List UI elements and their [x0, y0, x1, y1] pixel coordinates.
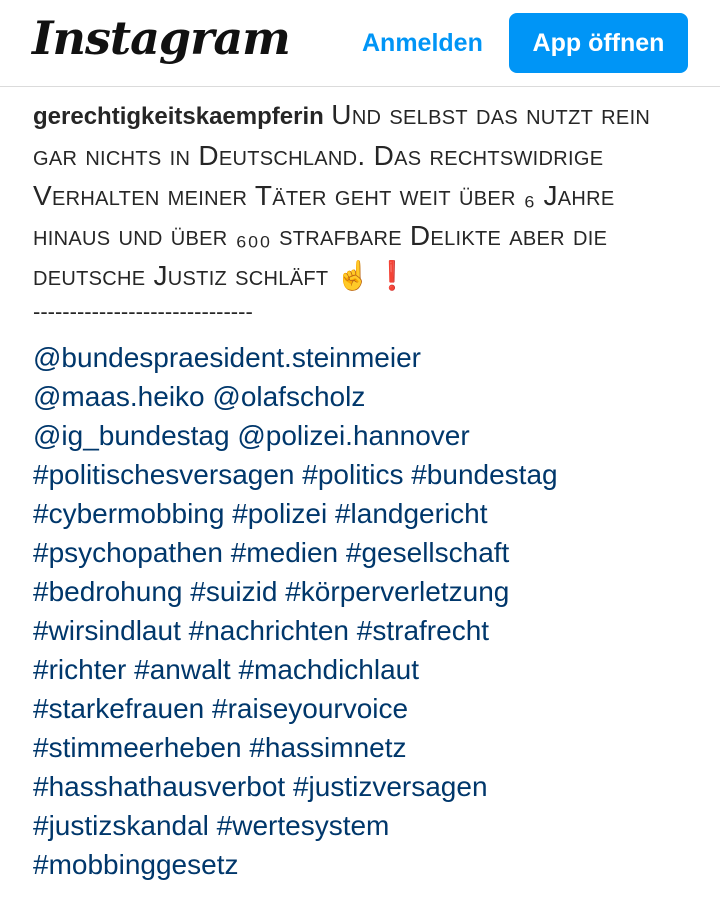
tag-list: @bundespraesident.steinmeier @maas.heiko…: [33, 338, 693, 884]
tag-link[interactable]: #raiseyourvoice: [212, 693, 408, 724]
tag-link[interactable]: @bundespraesident.steinmeier: [33, 342, 421, 373]
tag-link[interactable]: #wirsindlaut: [33, 615, 181, 646]
tag-link[interactable]: #anwalt: [134, 654, 231, 685]
tag-link[interactable]: #gesellschaft: [346, 537, 509, 568]
tag-link[interactable]: #hassimnetz: [249, 732, 406, 763]
tag-link[interactable]: #strafrecht: [357, 615, 489, 646]
tag-link[interactable]: @maas.heiko: [33, 381, 205, 412]
tag-link[interactable]: #polizei: [232, 498, 327, 529]
tag-link[interactable]: #medien: [231, 537, 338, 568]
tag-link[interactable]: #bedrohung: [33, 576, 182, 607]
open-app-button[interactable]: App öffnen: [509, 13, 688, 73]
tag-link[interactable]: #mobbinggesetz: [33, 849, 238, 880]
tag-link[interactable]: @polizei.hannover: [237, 420, 469, 451]
tag-link[interactable]: #landgericht: [335, 498, 488, 529]
tag-link[interactable]: #richter: [33, 654, 126, 685]
tag-link[interactable]: #machdichlaut: [238, 654, 419, 685]
tag-link[interactable]: #körperverletzung: [285, 576, 509, 607]
tag-link[interactable]: #nachrichten: [189, 615, 349, 646]
top-bar: Instagram Anmelden App öffnen: [0, 0, 720, 87]
tag-link[interactable]: #suizid: [190, 576, 277, 607]
login-link[interactable]: Anmelden: [362, 26, 483, 60]
username-link[interactable]: gerechtigkeitskaempferin: [33, 103, 324, 130]
tag-link[interactable]: #hasshathausverbot: [33, 771, 285, 802]
tag-link[interactable]: #psychopathen: [33, 537, 223, 568]
tag-link[interactable]: #justizversagen: [293, 771, 488, 802]
tag-link[interactable]: #cybermobbing: [33, 498, 224, 529]
tag-link[interactable]: #stimmeerheben: [33, 732, 242, 763]
text-divider: ------------------------------: [33, 299, 253, 324]
tag-link[interactable]: #starkefrauen: [33, 693, 204, 724]
tag-link[interactable]: @ig_bundestag: [33, 420, 230, 451]
emoji-pointing-up-exclamation-icon: ☝️❗: [335, 260, 414, 291]
tag-link[interactable]: #justizskandal: [33, 810, 209, 841]
tag-link[interactable]: #politischesversagen: [33, 459, 295, 490]
instagram-logo[interactable]: Instagram: [32, 8, 291, 68]
tag-link[interactable]: #bundestag: [411, 459, 557, 490]
tag-link[interactable]: #politics: [302, 459, 403, 490]
tag-link[interactable]: @olafscholz: [212, 381, 365, 412]
tag-link[interactable]: #wertesystem: [217, 810, 390, 841]
post-caption: gerechtigkeitskaempferin Und selbst das …: [33, 95, 693, 884]
